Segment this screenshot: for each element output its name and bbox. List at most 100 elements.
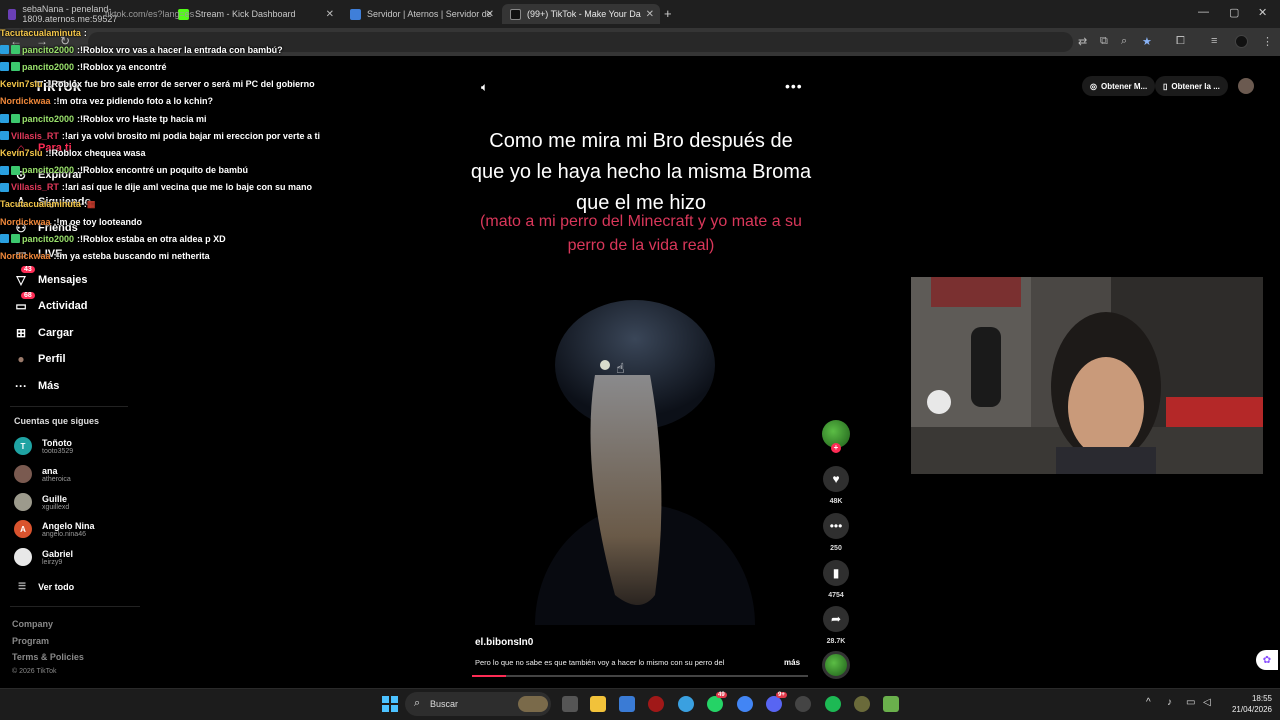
footer-link-company[interactable]: Company <box>12 619 53 629</box>
sidebar-item-perfil[interactable]: ● Perfil <box>13 351 65 367</box>
save-count: 4754 <box>828 592 844 599</box>
account-handle: tooto3529 <box>42 447 74 455</box>
account-handle: leirzy9 <box>42 558 63 566</box>
chrome-profile-icon[interactable] <box>678 696 694 712</box>
start-button[interactable] <box>382 696 398 712</box>
spotify-icon[interactable] <box>825 696 841 712</box>
close-window-button[interactable]: ✕ <box>1258 6 1267 19</box>
subscriber-badge-icon <box>0 131 9 141</box>
close-tab-icon[interactable]: ✕ <box>326 9 334 20</box>
music-disc-icon[interactable] <box>822 651 850 679</box>
video-caption: Como me mira mi Bro después de que yo le… <box>470 130 812 214</box>
account-handle: xguillexd <box>42 503 70 511</box>
floating-extension-button[interactable]: ✿ <box>1256 650 1278 670</box>
inbox-glyph: ▽ <box>16 273 26 287</box>
screen: sebaNana - peneland-1809.aternos.me:5952… <box>0 0 1280 720</box>
file-explorer-icon[interactable] <box>590 696 606 712</box>
obs-icon[interactable] <box>795 696 811 712</box>
following-account[interactable]: ana atheroica <box>14 465 71 483</box>
bookmark-icon: ▮ <box>823 560 849 586</box>
comment-count: 250 <box>830 545 842 552</box>
chat-text: !Roblox fue bro sale error de server o s… <box>48 79 315 90</box>
video-progress-bar[interactable] <box>472 675 808 677</box>
tab-tiktok[interactable]: (99+) TikTok - Make Your Da ✕ <box>502 4 660 24</box>
tab-kick-dashboard[interactable]: Stream - Kick Dashboard ✕ <box>170 4 340 24</box>
subscriber-badge-icon <box>0 45 9 55</box>
store-icon[interactable] <box>619 696 635 712</box>
following-account[interactable]: Guille xguillexd <box>14 493 69 511</box>
tray-chevron-icon[interactable]: ^ <box>1146 697 1151 708</box>
get-app-button[interactable]: ▯ Obtener la ... <box>1155 76 1228 96</box>
task-view-icon[interactable] <box>562 696 578 712</box>
network-icon[interactable]: ▭ <box>1186 697 1195 708</box>
close-tab-icon[interactable]: ✕ <box>486 9 494 20</box>
maximize-button[interactable]: ▢ <box>1229 6 1239 19</box>
close-tab-icon[interactable]: ✕ <box>646 9 654 20</box>
microphone-icon[interactable]: ♪ <box>1167 697 1172 708</box>
menu-kebab-icon[interactable]: ⋮ <box>1262 35 1273 48</box>
more-options-icon[interactable]: ••• <box>785 78 803 94</box>
new-tab-button[interactable]: + <box>664 6 672 21</box>
footer-link-program[interactable]: Program <box>12 636 49 646</box>
sidebar-item-actividad[interactable]: ▭ 68 Actividad <box>13 292 88 314</box>
chat-message: Nordickwaa : !m ya esteba buscando mi ne… <box>0 247 330 264</box>
app-icon[interactable] <box>648 696 664 712</box>
account-handle: atheroica <box>42 475 71 483</box>
see-all-button[interactable]: ☰ Ver todo <box>18 581 74 592</box>
account-name: Angelo Nina <box>42 520 95 531</box>
moderator-badge-icon <box>11 165 20 175</box>
chat-message: Tacutacualaminuta : <box>0 24 330 41</box>
moderator-badge-icon <box>11 62 20 72</box>
chat-text: !m ya esteba buscando mi netherita <box>56 251 210 262</box>
system-clock[interactable]: 18:55 21/04/2026 <box>1222 693 1272 715</box>
discord-icon[interactable] <box>766 696 782 712</box>
chat-text: !Roblox encontré un poquito de bambú <box>80 165 249 176</box>
chat-message: pancito2000 : !Roblox vro vas a hacer la… <box>0 41 330 58</box>
video-author[interactable]: el.bibonsIn0 <box>475 637 533 648</box>
following-title: Cuentas que sigues <box>14 416 100 426</box>
minecraft-icon[interactable] <box>883 696 899 712</box>
sidebar-item-cargar[interactable]: ⊞ Cargar <box>13 325 74 341</box>
sidebar-item-label: Actividad <box>38 300 88 312</box>
minimize-button[interactable]: — <box>1198 6 1209 18</box>
share-button[interactable]: ➦ 28.7K <box>822 606 850 645</box>
url-text[interactable]: tiktok.com/es?lang=es <box>105 9 194 19</box>
sidebar-item-mensajes[interactable]: ▽ 43 Mensajes <box>13 266 88 288</box>
translate-icon[interactable]: ⇄ <box>1078 35 1087 48</box>
profile-avatar[interactable] <box>1235 35 1248 48</box>
user-avatar[interactable] <box>1238 78 1254 94</box>
comment-button[interactable]: ••• 250 <box>822 513 850 552</box>
chat-text: !ari así que le dije aml vecina que me l… <box>64 182 312 193</box>
chrome-icon[interactable] <box>737 696 753 712</box>
following-account[interactable]: A Angelo Nina angelo.nina46 <box>14 520 95 538</box>
sidebar-item-label: Mensajes <box>38 274 88 286</box>
following-account[interactable]: T Toñoto tooto3529 <box>14 437 73 455</box>
search-highlight-icon[interactable] <box>518 696 548 712</box>
install-app-icon[interactable]: ⧉ <box>1100 35 1108 48</box>
clock-date: 21/04/2026 <box>1231 705 1272 714</box>
footer-link-terms[interactable]: Terms & Policies <box>12 652 84 662</box>
sidebar-item-mas[interactable]: ··· Más <box>13 378 59 394</box>
following-account[interactable]: Gabriel leirzy9 <box>14 548 73 566</box>
extensions-icon[interactable]: ⧠ <box>1176 35 1185 48</box>
whatsapp-icon[interactable] <box>707 696 723 712</box>
like-count: 48K <box>829 498 843 505</box>
save-button[interactable]: ▮ 4754 <box>822 560 850 599</box>
bookmark-star-icon[interactable]: ★ <box>1142 35 1152 48</box>
zoom-icon[interactable]: ⌕ <box>1121 35 1127 48</box>
volume-icon[interactable]: 🔈︎ <box>481 80 488 95</box>
volume-tray-icon[interactable]: ◁ <box>1203 697 1211 708</box>
app-icon[interactable] <box>854 696 870 712</box>
subscriber-badge-icon <box>0 182 9 192</box>
like-button[interactable]: ♥ 48K <box>822 466 850 505</box>
media-controls-icon[interactable]: ≡ <box>1211 35 1217 47</box>
chat-text: !Roblox ya encontré <box>80 61 167 72</box>
tab-aternos-server[interactable]: Servidor | Aternos | Servidor de ✕ <box>342 4 500 24</box>
more-link[interactable]: más <box>784 658 800 667</box>
get-coins-button[interactable]: ◎ Obtener M... <box>1082 76 1156 96</box>
follow-plus-icon[interactable]: + <box>831 443 841 453</box>
chat-message: Kevin7sIu : !Roblox fue bro sale error d… <box>0 76 330 93</box>
chat-message: Tacutacualaminuta : ▦ <box>0 196 330 213</box>
account-name: Guille <box>42 493 68 504</box>
search-icon: ⌕ <box>414 697 421 709</box>
